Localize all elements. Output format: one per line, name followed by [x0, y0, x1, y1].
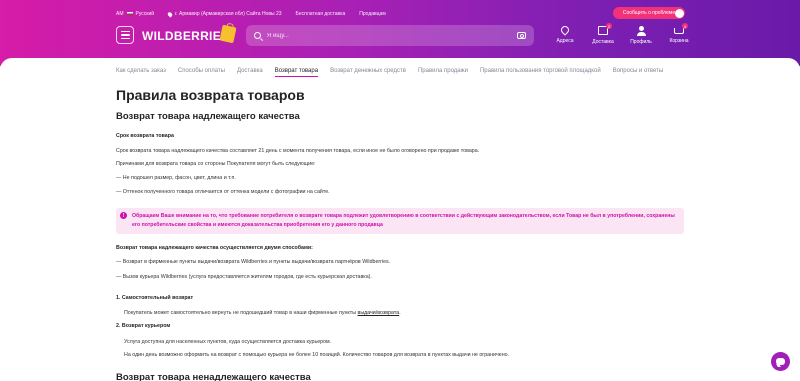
report-problem-label: Сообщить о проблеме [622, 10, 676, 16]
method-item: — Вызов курьера Wildberries (услуга пред… [116, 274, 372, 280]
cart-button[interactable]: 4 Корзина [667, 23, 691, 45]
tab-returns[interactable]: Возврат товара [274, 68, 319, 77]
wildberries-logo[interactable]: WILDBERRIES [142, 29, 229, 43]
location-pin-icon [166, 10, 174, 18]
cart-icon [674, 28, 684, 34]
chat-bubble-icon [675, 8, 684, 18]
location-label: г. Армавир (Армавирская обл) Сайта Новы … [175, 11, 282, 17]
search-icon[interactable] [254, 32, 261, 39]
reasons-intro: Причинами для возврата товара со стороны… [116, 161, 316, 167]
return-term-text: Срок возврата товара надлежащего качеств… [116, 148, 480, 154]
tab-how-to-order[interactable]: Как сделать заказ [116, 68, 166, 77]
chat-support-button[interactable] [771, 352, 790, 371]
currency-language-selector[interactable]: AM Русский [116, 11, 154, 17]
tab-refunds[interactable]: Возврат денежных средств [330, 68, 406, 77]
report-problem-button[interactable]: Сообщить о проблеме [613, 7, 685, 19]
section-title-quality-return: Возврат товара надлежащего качества [116, 111, 300, 122]
tab-faq[interactable]: Вопросы и ответы [613, 68, 664, 77]
courier-return-line: Услуга доступна для населенных пунктов, … [124, 339, 332, 345]
profile-label: Профиль [630, 39, 652, 45]
shopping-bag-logo-icon [219, 24, 237, 44]
hamburger-line [120, 30, 130, 33]
camera-search-icon[interactable] [517, 32, 526, 39]
section-title-defective-return: Возврат товара ненадлежащего качества [116, 372, 311, 381]
cart-label: Корзина [669, 38, 689, 44]
delivery-count-badge: 2 [606, 23, 612, 29]
self-return-text: Покупатель может самостоятельно вернуть … [124, 310, 401, 316]
delivery-label: Доставка [592, 39, 614, 45]
search-bar [246, 25, 534, 46]
hamburger-line [120, 34, 130, 36]
search-input[interactable] [267, 32, 511, 39]
self-return-text-end: . [399, 310, 401, 316]
currency-label: AM [116, 11, 124, 17]
courier-return-line: На один день возможно оформить на возвра… [124, 352, 510, 358]
tab-marketplace-rules[interactable]: Правила пользования торговой площадкой [480, 68, 601, 77]
site-header: AM Русский г. Армавир (Армавирская обл) … [0, 0, 800, 66]
methods-heading: Возврат товара надлежащего качества осущ… [116, 245, 313, 251]
chat-icon [776, 358, 785, 365]
return-term-heading: Срок возврата товара [116, 133, 174, 139]
tab-sale-rules[interactable]: Правила продажи [418, 68, 468, 77]
notice-box: ! Обращаем Ваше внимание на то, что треб… [116, 208, 684, 234]
method-item: — Возврат в фирменные пункты выдачи/возв… [116, 259, 391, 265]
addresses-button[interactable]: Адреса [553, 24, 577, 45]
hamburger-line [120, 37, 130, 40]
self-return-text-main: Покупатель может самостоятельно вернуть … [124, 310, 358, 316]
notice-text: Обращаем Ваше внимание на то, что требов… [132, 213, 675, 228]
menu-button[interactable] [116, 26, 134, 44]
courier-return-heading: 2. Возврат курьером [116, 323, 171, 329]
free-delivery-link[interactable]: Бесплатная доставка [296, 11, 346, 17]
reason-item: — Не подошел размер, фасон, цвет, длина … [116, 175, 236, 181]
user-icon [636, 26, 646, 36]
self-return-heading: 1. Самостоятельный возврат [116, 295, 194, 301]
header-actions: Адреса 2 Доставка Профиль 4 Корзина [553, 23, 691, 45]
map-pin-icon [559, 24, 571, 36]
sellers-link[interactable]: Продавцам [359, 11, 385, 17]
cart-count-badge: 4 [682, 23, 688, 29]
reason-item: — Оттенок полученного товара отличается … [116, 189, 330, 195]
page-title: Правила возврата товаров [116, 87, 305, 103]
top-bar: AM Русский г. Армавир (Армавирская обл) … [116, 8, 692, 20]
russian-flag-icon [126, 12, 133, 16]
info-subnav: Как сделать заказ Способы оплаты Доставк… [116, 68, 663, 77]
main-content: Как сделать заказ Способы оплаты Доставк… [0, 58, 800, 381]
delivery-button[interactable]: 2 Доставка [591, 23, 615, 45]
tab-payment-methods[interactable]: Способы оплаты [178, 68, 225, 77]
tab-delivery[interactable]: Доставка [237, 68, 263, 77]
pickup-points-link[interactable]: выдачи/возврата [358, 310, 400, 316]
profile-button[interactable]: Профиль [629, 26, 653, 45]
location-selector[interactable]: г. Армавир (Армавирская обл) Сайта Новы … [166, 10, 282, 18]
language-label: Русский [135, 11, 155, 17]
addresses-label: Адреса [556, 38, 574, 44]
exclamation-icon: ! [120, 212, 127, 219]
